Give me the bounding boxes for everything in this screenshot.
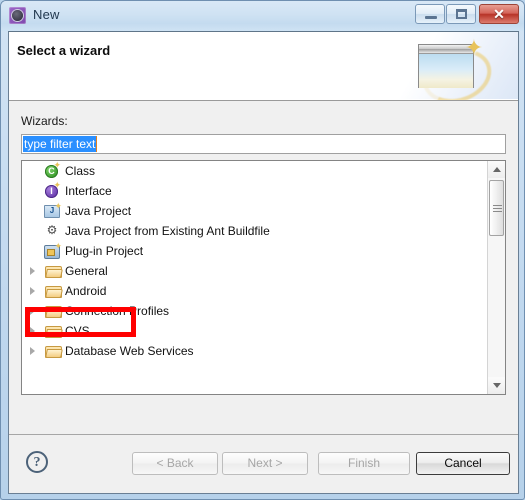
tree-item-ant-buildfile[interactable]: ⚙ Java Project from Existing Ant Buildfi…: [22, 221, 488, 241]
maximize-icon: [456, 9, 467, 19]
close-icon: ✕: [493, 6, 505, 22]
tree-item-label: Connection Profiles: [65, 304, 170, 318]
folder-icon: [45, 285, 63, 298]
tree-item-label: Plug-in Project: [65, 244, 144, 258]
java-project-icon: ✦: [44, 202, 62, 218]
cancel-button[interactable]: Cancel: [416, 452, 510, 475]
wizard-window-sparkle-icon: ✦: [386, 32, 518, 100]
tree-item-connection-profiles[interactable]: Connection Profiles: [22, 301, 488, 321]
help-icon[interactable]: ?: [26, 451, 48, 473]
folder-icon: [45, 325, 63, 338]
filter-input-value: type filter text: [23, 136, 98, 152]
new-wizard-dialog-window: New ✕ Select a wizard ✦ Wizards: type fi…: [0, 0, 525, 500]
footer-separator: [9, 434, 518, 435]
vertical-scrollbar[interactable]: [487, 161, 505, 394]
page-title: Select a wizard: [17, 43, 111, 58]
eclipse-new-wizard-icon: [9, 7, 26, 24]
finish-button[interactable]: Finish: [318, 452, 410, 475]
back-button[interactable]: < Back: [132, 452, 218, 475]
maximize-button[interactable]: [446, 4, 476, 24]
next-button[interactable]: Next >: [222, 452, 308, 475]
wizard-tree-list: ✦ Class ✦ Interface ✦ Java Project ⚙ Jav…: [22, 161, 488, 394]
window-title: New: [33, 7, 60, 22]
chevron-right-icon[interactable]: [30, 267, 35, 275]
title-bar: New ✕: [1, 1, 524, 31]
tree-item-label: Android: [65, 284, 107, 298]
wizards-label: Wizards:: [21, 114, 68, 128]
chevron-right-icon[interactable]: [30, 327, 35, 335]
tree-item-label: Interface: [65, 184, 112, 198]
tree-item-interface[interactable]: ✦ Interface: [22, 181, 488, 201]
tree-item-label: General: [65, 264, 108, 278]
filter-input[interactable]: type filter text: [21, 134, 506, 154]
plugin-project-icon: ✦: [44, 242, 62, 259]
minimize-button[interactable]: [415, 4, 445, 24]
tree-item-plugin-project[interactable]: ✦ Plug-in Project: [22, 241, 488, 261]
folder-icon: [45, 265, 63, 278]
interface-icon: ✦: [45, 181, 61, 198]
tree-item-java-project[interactable]: ✦ Java Project: [22, 201, 488, 221]
tree-item-label: Database Web Services: [65, 344, 194, 358]
close-button[interactable]: ✕: [479, 4, 519, 24]
tree-item-general[interactable]: General: [22, 261, 488, 281]
folder-icon: [45, 305, 63, 318]
chevron-right-icon[interactable]: [30, 287, 35, 295]
wizard-tree[interactable]: ✦ Class ✦ Interface ✦ Java Project ⚙ Jav…: [21, 160, 506, 395]
tree-item-cvs[interactable]: CVS: [22, 321, 488, 341]
ant-buildfile-icon: ⚙: [46, 223, 58, 237]
tree-item-android[interactable]: Android: [22, 281, 488, 301]
tree-item-database-web-services[interactable]: Database Web Services: [22, 341, 488, 361]
minimize-icon: [425, 16, 437, 19]
scrollbar-thumb[interactable]: [489, 180, 504, 236]
scroll-down-icon[interactable]: [488, 377, 505, 394]
class-icon: ✦: [45, 161, 61, 178]
wizard-banner: Select a wizard ✦: [9, 32, 518, 101]
dialog-body: Select a wizard ✦ Wizards: type filter t…: [8, 31, 519, 494]
scroll-up-icon[interactable]: [488, 161, 505, 178]
tree-item-label: CVS: [65, 324, 90, 338]
sparkle-star-icon: ✦: [464, 35, 484, 60]
chevron-right-icon[interactable]: [30, 307, 35, 315]
tree-item-label: Java Project from Existing Ant Buildfile: [65, 224, 270, 238]
tree-item-label: Class: [65, 164, 96, 178]
tree-item-label: Java Project: [65, 204, 132, 218]
tree-item-class[interactable]: ✦ Class: [22, 161, 488, 181]
folder-icon: [45, 345, 63, 358]
chevron-right-icon[interactable]: [30, 347, 35, 355]
